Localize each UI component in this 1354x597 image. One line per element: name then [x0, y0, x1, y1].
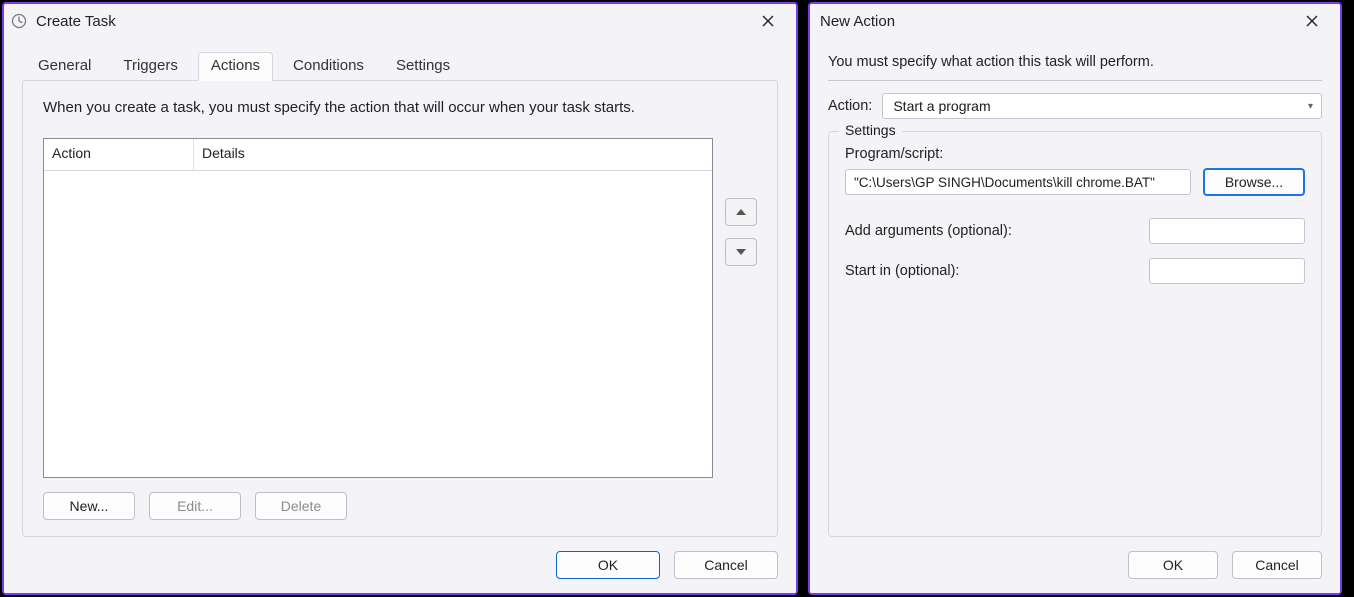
- arguments-label: Add arguments (optional):: [845, 223, 1115, 239]
- tab-triggers[interactable]: Triggers: [111, 53, 189, 80]
- window-title: Create Task: [36, 13, 746, 30]
- create-task-window: Create Task General Triggers Actions Con…: [2, 2, 798, 595]
- close-icon[interactable]: [746, 7, 790, 35]
- browse-button[interactable]: Browse...: [1203, 168, 1305, 196]
- ok-button[interactable]: OK: [1128, 551, 1218, 579]
- startin-input[interactable]: [1149, 258, 1305, 284]
- tab-actions[interactable]: Actions: [198, 52, 273, 81]
- action-label: Action:: [828, 98, 872, 114]
- action-select[interactable]: Start a program ▾: [882, 93, 1322, 119]
- dialog-body: General Triggers Actions Conditions Sett…: [4, 38, 796, 593]
- program-input[interactable]: "C:\Users\GP SINGH\Documents\kill chrome…: [845, 169, 1191, 195]
- move-up-button[interactable]: [725, 198, 757, 226]
- tabs: General Triggers Actions Conditions Sett…: [22, 50, 778, 80]
- window-title: New Action: [820, 13, 1290, 30]
- new-action-window: New Action You must specify what action …: [808, 2, 1342, 595]
- edit-button[interactable]: Edit...: [149, 492, 241, 520]
- column-details[interactable]: Details: [194, 139, 712, 170]
- column-action[interactable]: Action: [44, 139, 194, 170]
- delete-button[interactable]: Delete: [255, 492, 347, 520]
- reorder-controls: [725, 198, 757, 478]
- new-button[interactable]: New...: [43, 492, 135, 520]
- arguments-input[interactable]: [1149, 218, 1305, 244]
- cancel-button[interactable]: Cancel: [1232, 551, 1322, 579]
- actions-panel: When you create a task, you must specify…: [22, 80, 778, 537]
- settings-group: Settings Program/script: "C:\Users\GP SI…: [828, 131, 1322, 537]
- chevron-down-icon: ▾: [1308, 101, 1313, 112]
- tab-general[interactable]: General: [26, 53, 103, 80]
- move-down-button[interactable]: [725, 238, 757, 266]
- ok-button[interactable]: OK: [556, 551, 660, 579]
- clock-icon: [10, 12, 28, 30]
- action-select-value: Start a program: [893, 98, 990, 114]
- table-header: Action Details: [44, 139, 712, 171]
- cancel-button[interactable]: Cancel: [674, 551, 778, 579]
- actions-table[interactable]: Action Details: [43, 138, 713, 478]
- startin-label: Start in (optional):: [845, 263, 1115, 279]
- program-label: Program/script:: [845, 146, 1305, 162]
- close-icon[interactable]: [1290, 7, 1334, 35]
- divider: [828, 80, 1322, 81]
- settings-legend: Settings: [839, 122, 902, 138]
- panel-hint: You must specify what action this task w…: [828, 54, 1322, 70]
- dialog-body: You must specify what action this task w…: [810, 38, 1340, 593]
- title-bar: New Action: [810, 4, 1340, 38]
- tab-settings[interactable]: Settings: [384, 53, 462, 80]
- title-bar: Create Task: [4, 4, 796, 38]
- panel-hint: When you create a task, you must specify…: [43, 99, 757, 116]
- tab-conditions[interactable]: Conditions: [281, 53, 376, 80]
